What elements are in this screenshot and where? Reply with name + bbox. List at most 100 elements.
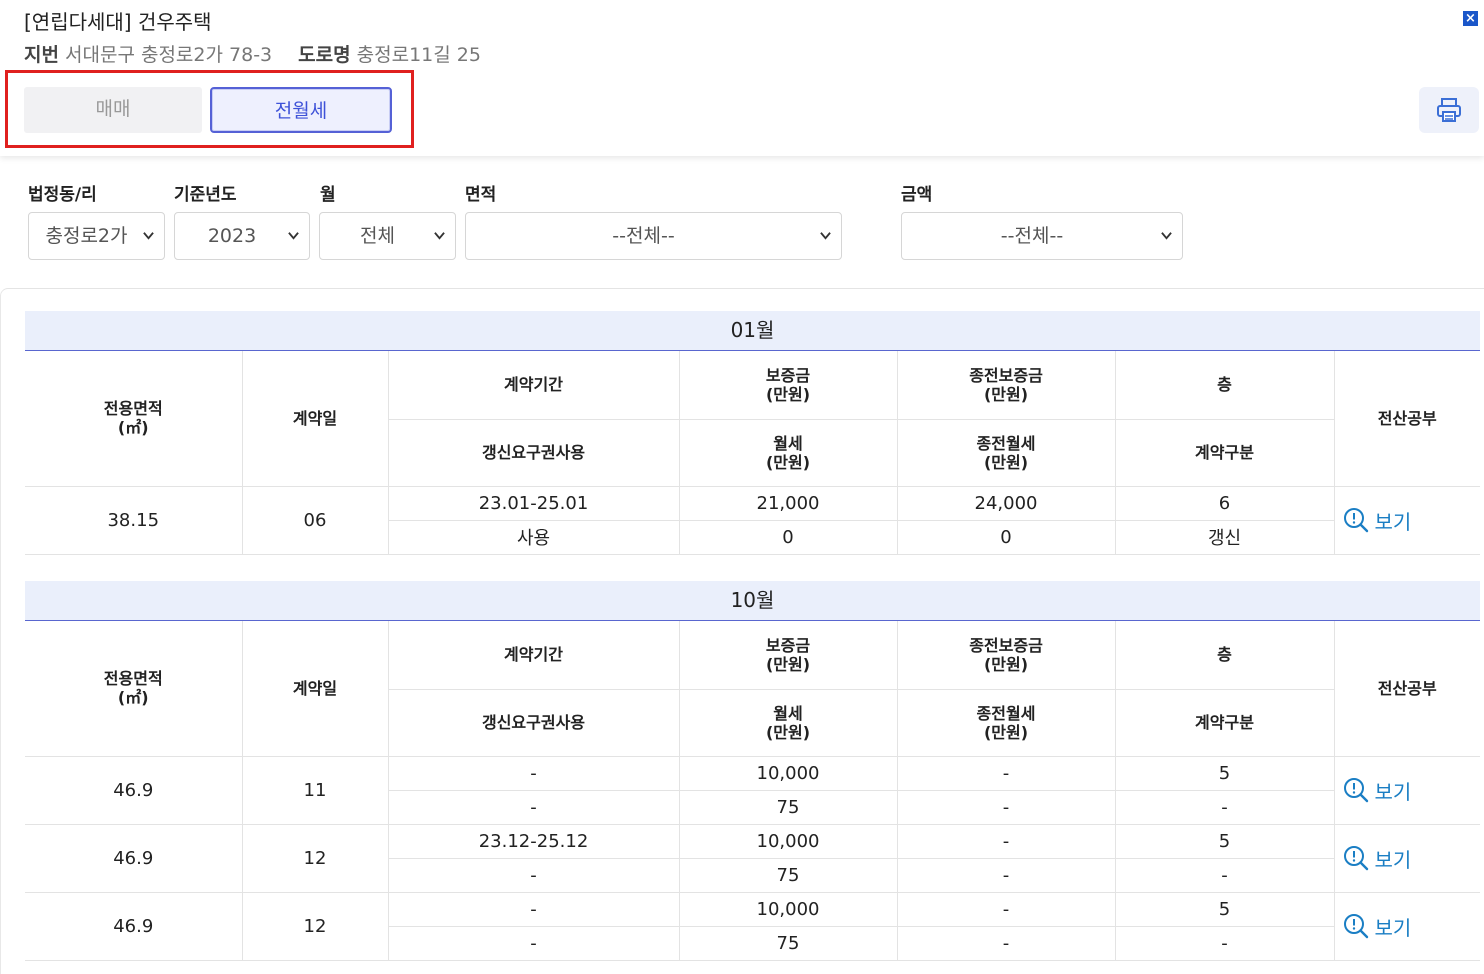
floor-header-label: 층: [1217, 645, 1232, 665]
area-cell: 38.15: [25, 485, 243, 555]
magnifier-icon: [1343, 508, 1368, 533]
period-header: 계약기간: [387, 621, 680, 690]
view-registry-button[interactable]: 보기: [1333, 823, 1480, 893]
deposit-header-label: 보증금: [765, 365, 811, 385]
renewal-cell: 사용: [388, 519, 680, 555]
contract-type-cell: 갱신: [1114, 519, 1334, 555]
contract-date-header-label: 계약일: [292, 408, 338, 428]
chevron-down-icon: [1161, 232, 1172, 240]
prev-monthly-header-label: 종전월세: [976, 703, 1036, 723]
table-row: 46.9 12 23.12-25.12 10,000-5 보기: [25, 823, 1480, 893]
year-select-value: 2023: [207, 225, 257, 247]
table-row: 46.9 12-10,000-5 보기: [25, 891, 1480, 961]
view-registry-button[interactable]: 보기: [1333, 755, 1480, 825]
month-title: 01월: [25, 311, 1480, 351]
area-header: 전용면적 (㎡): [25, 351, 243, 487]
road-value: 충정로11길 25: [356, 44, 481, 66]
contract-type-header-label: 계약구분: [1195, 713, 1254, 732]
prev-monthly-header: 종전월세 (만원): [896, 419, 1116, 487]
prev-deposit-header-label-unit: (만원): [983, 384, 1029, 404]
filter-bar: 법정동/리 기준년도 월 면적 금액 충정로2가 2023 전체 --전체-- …: [0, 156, 1484, 288]
deposit-header-label-unit: (만원): [765, 654, 811, 674]
deposit-cell: 10,000: [678, 823, 898, 859]
prev-deposit-cell: -: [896, 755, 1116, 791]
prev-monthly-cell: -: [896, 857, 1116, 893]
printer-icon: [1437, 98, 1461, 122]
contract-type-header-label: 계약구분: [1195, 443, 1254, 462]
dong-select-value: 충정로2가: [45, 225, 128, 247]
deposit-header-label: 보증금: [765, 635, 811, 655]
deposit-header-label-unit: (만원): [765, 384, 811, 404]
chevron-down-icon: [434, 232, 445, 240]
renewal-header-label: 갱신요구권사용: [481, 713, 586, 732]
renewal-cell: -: [388, 925, 680, 961]
floor-cell: 6: [1114, 485, 1335, 521]
contract-date-header: 계약일: [241, 351, 389, 487]
close-icon[interactable]: ×: [1463, 11, 1478, 26]
view-label: 보기: [1374, 779, 1412, 804]
deposit-cell: 10,000: [678, 891, 898, 927]
renewal-header: 갱신요구권사용: [388, 689, 680, 757]
contract-day-cell: 12: [241, 823, 389, 893]
area-select[interactable]: --전체--: [465, 212, 842, 260]
print-button[interactable]: [1419, 87, 1479, 133]
prev-monthly-cell: 0: [896, 519, 1116, 555]
prev-monthly-cell: -: [896, 789, 1116, 825]
amount-select[interactable]: --전체--: [901, 212, 1183, 260]
trade-table: 전용면적 (㎡) 계약일 계약기간 보증금 (만원) 종전보증금 (만원) 층 전산공부 갱신요구권…: [25, 621, 1480, 961]
month-title: 10월: [25, 581, 1480, 621]
month-section: 01월 전용면적 (㎡) 계약일 계약기간 보증금 (만원) 종전보증금 (만원) 층 전산공부 갱신…: [25, 311, 1480, 555]
area-cell: 46.9: [25, 755, 243, 825]
header-row: 전용면적 (㎡) 계약일 계약기간 보증금 (만원) 종전보증금 (만원) 층 전산공부: [25, 621, 1480, 757]
registry-header-label: 전산공부: [1377, 678, 1437, 698]
prev-deposit-header-label: 종전보증금: [969, 365, 1043, 385]
area-cell: 46.9: [25, 823, 243, 893]
month-label: 월: [320, 185, 336, 205]
renewal-cell: -: [388, 789, 680, 825]
monthly-header: 월세 (만원): [678, 419, 898, 487]
monthly-header-label: 월세: [773, 703, 803, 723]
monthly-cell: 75: [678, 857, 898, 893]
prev-deposit-header-label-unit: (만원): [983, 654, 1029, 674]
dong-select[interactable]: 충정로2가: [28, 212, 165, 260]
deposit-header: 보증금 (만원): [678, 351, 898, 420]
chevron-down-icon: [288, 232, 299, 240]
amount-select-value: --전체--: [1000, 225, 1064, 247]
monthly-header-label: 월세: [773, 433, 803, 453]
view-registry-button[interactable]: 보기: [1333, 891, 1480, 961]
month-select-value: 전체: [360, 225, 395, 247]
floor-cell: 5: [1114, 891, 1335, 927]
month-select[interactable]: 전체: [319, 212, 456, 260]
area-label: 면적: [465, 185, 497, 205]
area-header-label-unit: (㎡): [117, 688, 149, 708]
prev-deposit-header: 종전보증금 (만원): [896, 621, 1116, 690]
renewal-cell: -: [388, 857, 680, 893]
area-header-label-unit: (㎡): [117, 418, 149, 438]
chevron-down-icon: [143, 232, 154, 240]
year-select[interactable]: 2023: [174, 212, 310, 260]
period-header-label: 계약기간: [504, 645, 563, 665]
area-header-label: 전용면적: [103, 669, 163, 689]
table-row: 38.15 06 23.01-25.01 21,000 24,000 6 보기: [25, 485, 1480, 555]
tab-sale[interactable]: 매매: [24, 87, 202, 133]
monthly-header: 월세 (만원): [678, 689, 898, 757]
jibun-value: 서대문구 충정로2가 78-3: [65, 44, 273, 66]
renewal-header: 갱신요구권사용: [388, 419, 680, 487]
header-row: 전용면적 (㎡) 계약일 계약기간 보증금 (만원) 종전보증금 (만원) 층 전산공부: [25, 351, 1480, 487]
period-cell: 23.12-25.12: [387, 823, 680, 859]
popup-header: [연립다세대] 건우주택 지번 서대문구 충정로2가 78-3 도로명 충정로11…: [0, 0, 1484, 156]
prev-deposit-cell: -: [896, 891, 1116, 927]
area-header: 전용면적 (㎡): [25, 621, 243, 757]
contract-day-cell: 06: [241, 485, 389, 555]
tab-rent[interactable]: 전월세: [210, 87, 392, 133]
deposit-cell: 10,000: [678, 755, 898, 791]
magnifier-icon: [1343, 846, 1368, 871]
contract-type-header: 계약구분: [1114, 689, 1334, 757]
amount-label: 금액: [901, 185, 933, 205]
contract-date-header: 계약일: [241, 621, 389, 757]
view-label: 보기: [1374, 847, 1412, 872]
view-registry-button[interactable]: 보기: [1333, 485, 1480, 555]
contract-type-header: 계약구분: [1114, 419, 1334, 487]
address-line: 지번 서대문구 충정로2가 78-3 도로명 충정로11길 25: [24, 40, 481, 67]
monthly-cell: 0: [678, 519, 898, 555]
